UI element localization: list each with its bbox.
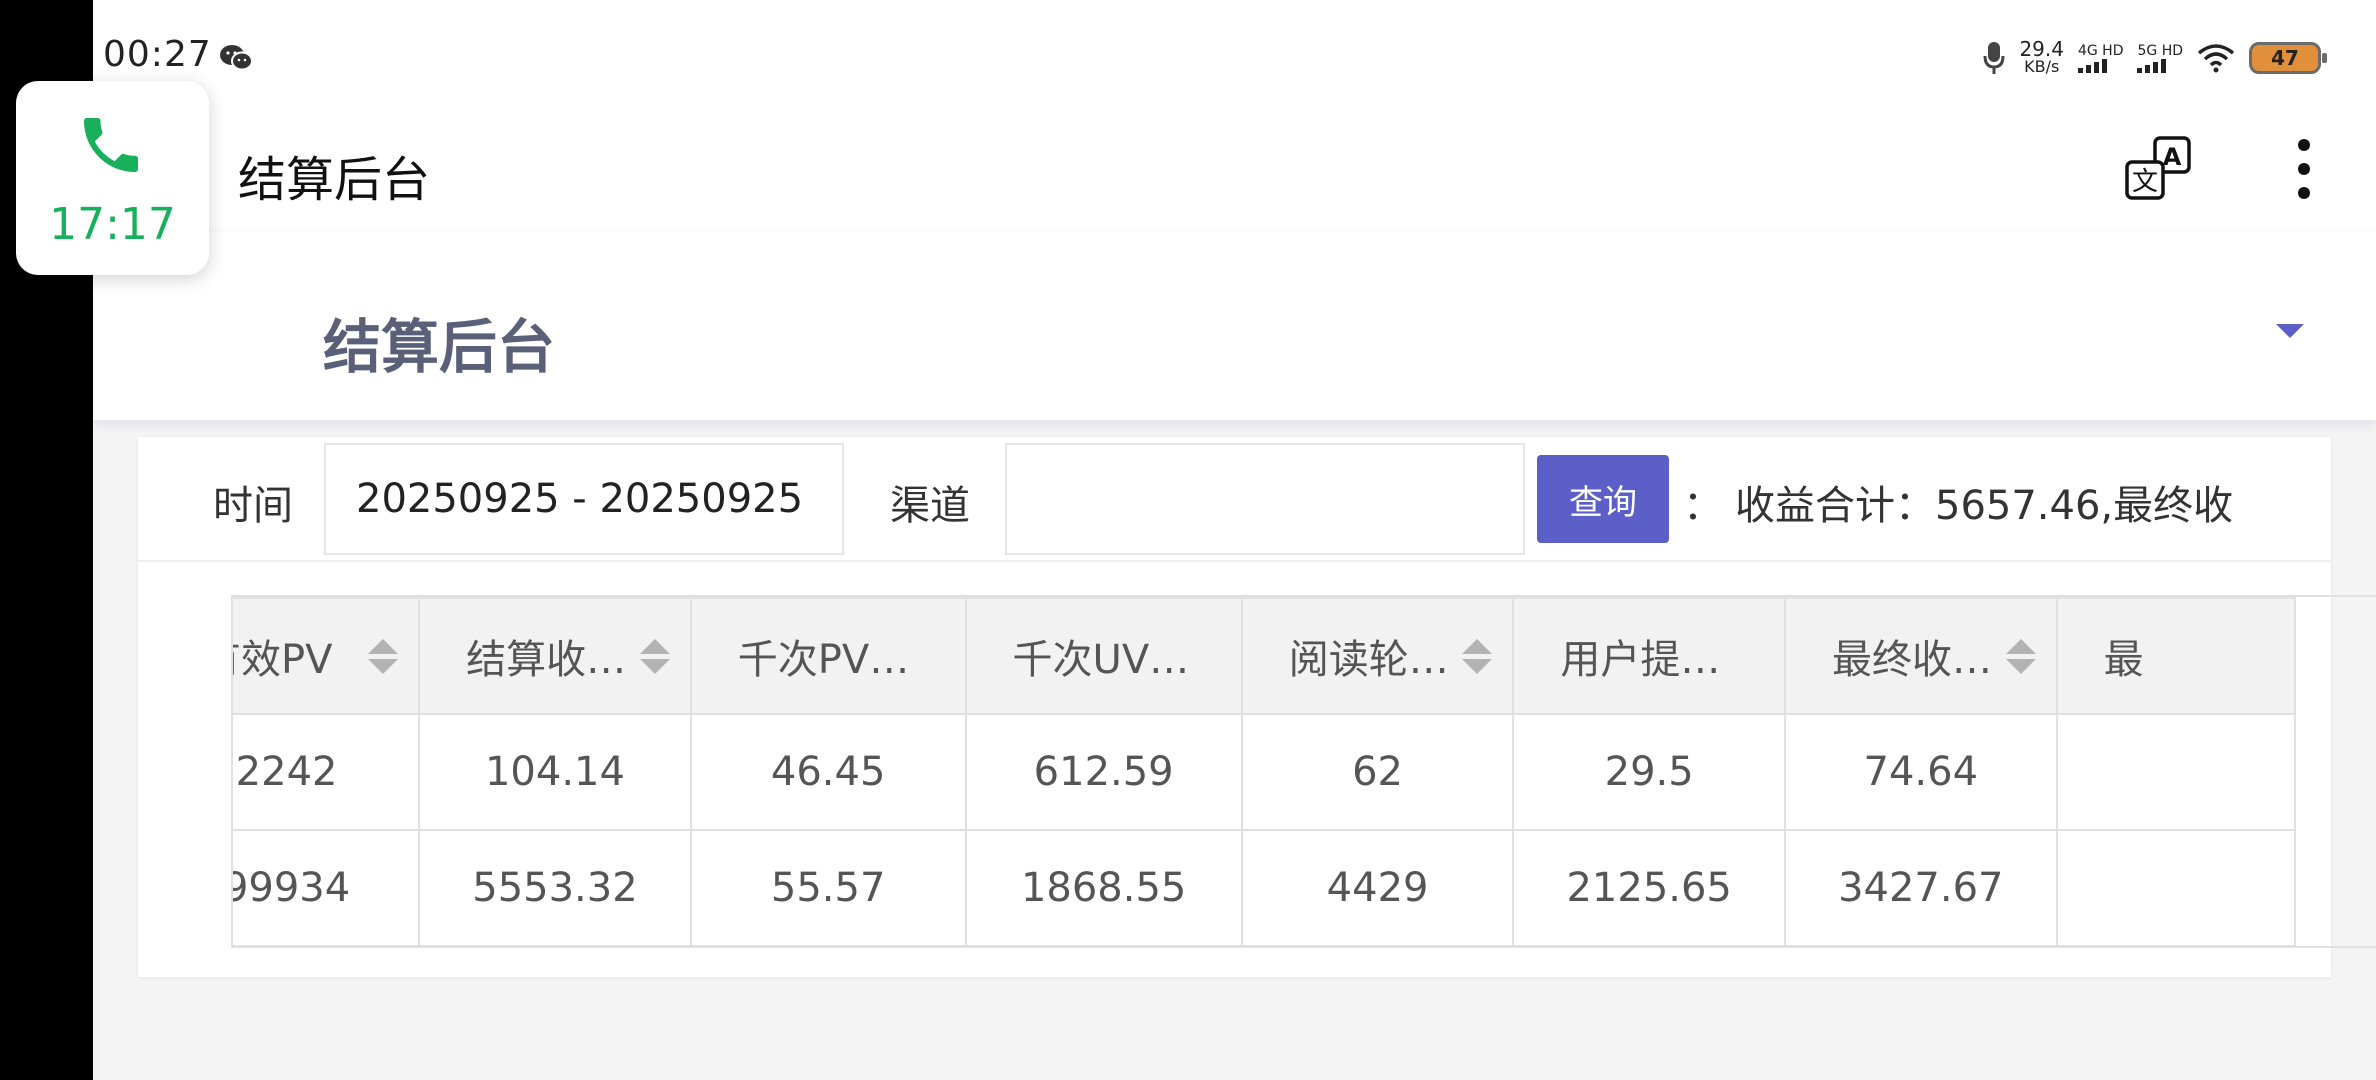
net-speed-value: 29.4 [2019,37,2064,61]
sim1-label: 4G HD [2077,43,2124,59]
status-bar: 00:27 29.4 KB/s 4G HD 5G HD 47 [93,0,2376,112]
mic-icon [1983,42,2005,74]
column-header[interactable]: 有效PV [233,597,421,715]
ongoing-call-bubble[interactable]: 17:17 [16,81,209,275]
table-cell: 99934 [233,829,421,946]
more-vertical-icon[interactable] [2289,134,2319,204]
column-header-label: 千次UV… [1012,637,1190,683]
page-header: 结算后台 [93,232,2376,420]
table-cell: 1868.55 [964,829,1243,946]
table-row: 99934 5553.32 55.57 1868.55 4429 2125.65… [233,829,2297,946]
call-duration: 17:17 [49,199,176,250]
table-cell: 46.45 [689,713,967,831]
wechat-icon [220,45,253,71]
sort-icon[interactable] [2005,639,2036,675]
column-header[interactable]: 千次PV… [689,597,967,715]
table-cell: 62 [1240,713,1515,831]
table-row: 2242 104.14 46.45 612.59 62 29.5 74.64 [233,713,2297,831]
sim2-label: 5G HD [2137,43,2183,59]
caret-down-icon[interactable] [2276,324,2304,338]
column-header[interactable]: 最终收… [1783,597,2058,715]
table-cell: 4429 [1240,829,1515,946]
filter-bar: 时间 20250925 - 20250925 渠道 查询 ： 收益合计：5657… [138,437,2331,562]
sim1-signal: 4G HD [2077,43,2124,73]
table-cell [2055,829,2297,946]
column-header[interactable]: 千次UV… [964,597,1243,715]
sim2-signal: 5G HD [2137,43,2183,73]
column-header-label: 阅读轮… [1288,637,1449,683]
net-speed: 29.4 KB/s [2019,37,2064,76]
svg-text:文: 文 [2132,167,2158,197]
table-cell: 3427.67 [1783,829,2058,946]
svg-text:A: A [2163,143,2182,171]
sort-icon[interactable] [639,639,670,675]
column-header-label: 结算收… [466,637,627,683]
wifi-icon [2197,44,2235,73]
status-icons: 29.4 KB/s 4G HD 5G HD 47 [1983,36,2327,80]
table-cell: 104.14 [418,713,692,831]
table-cell: 5553.32 [418,829,692,946]
table-cell: 74.64 [1783,713,2058,831]
table-cell [2055,713,2297,831]
channel-label: 渠道 [890,483,970,529]
phone-screen: 00:27 29.4 KB/s 4G HD 5G HD 47 结算后台 A 文 … [93,0,2376,1080]
column-header-label: 最 [2103,637,2144,683]
table-cell: 612.59 [964,713,1243,831]
app-title: 结算后台 [238,152,431,208]
sort-icon[interactable] [368,639,399,675]
column-header-label: 最终收… [1831,637,1992,683]
table-cell: 29.5 [1512,713,1786,831]
app-bar: 结算后台 A 文 [93,112,2376,232]
summary-colon: ： [1683,483,1723,529]
table-cell: 2125.65 [1512,829,1786,946]
query-button[interactable]: 查询 [1537,455,1669,543]
time-label: 时间 [213,483,293,529]
table-cell: 55.57 [689,829,967,946]
column-header-label: 有效PV [233,637,333,683]
page-title: 结算后台 [323,313,556,381]
column-header-label: 用户提… [1560,637,1721,683]
column-header-label: 千次PV… [737,637,910,683]
column-header[interactable]: 用户提… [1512,597,1786,715]
battery-indicator: 47 [2249,42,2327,74]
signal-bars-icon [2077,59,2107,73]
revenue-summary: 收益合计：5657.46,最终收 [1735,483,2234,529]
net-speed-unit: KB/s [2024,57,2060,76]
status-time: 00:27 [103,34,212,75]
data-table-scroll[interactable]: 有效PV 结算收… 千次PV… 千次UV… 阅读轮… 用户提… 最终收… 最 2… [231,595,2376,948]
signal-bars-icon [2137,59,2167,73]
data-table: 有效PV 结算收… 千次PV… 千次UV… 阅读轮… 用户提… 最终收… 最 2… [233,597,2297,946]
column-header[interactable]: 最 [2055,597,2297,715]
table-header-row: 有效PV 结算收… 千次PV… 千次UV… 阅读轮… 用户提… 最终收… 最 [233,597,2297,715]
column-header[interactable]: 阅读轮… [1240,597,1515,715]
column-header[interactable]: 结算收… [418,597,692,715]
phone-icon [84,118,138,172]
channel-input[interactable] [1005,443,1525,555]
date-range-input[interactable]: 20250925 - 20250925 [324,443,844,555]
sort-icon[interactable] [1462,639,1493,675]
table-cell: 2242 [233,713,421,831]
translate-icon[interactable]: A 文 [2123,134,2193,204]
